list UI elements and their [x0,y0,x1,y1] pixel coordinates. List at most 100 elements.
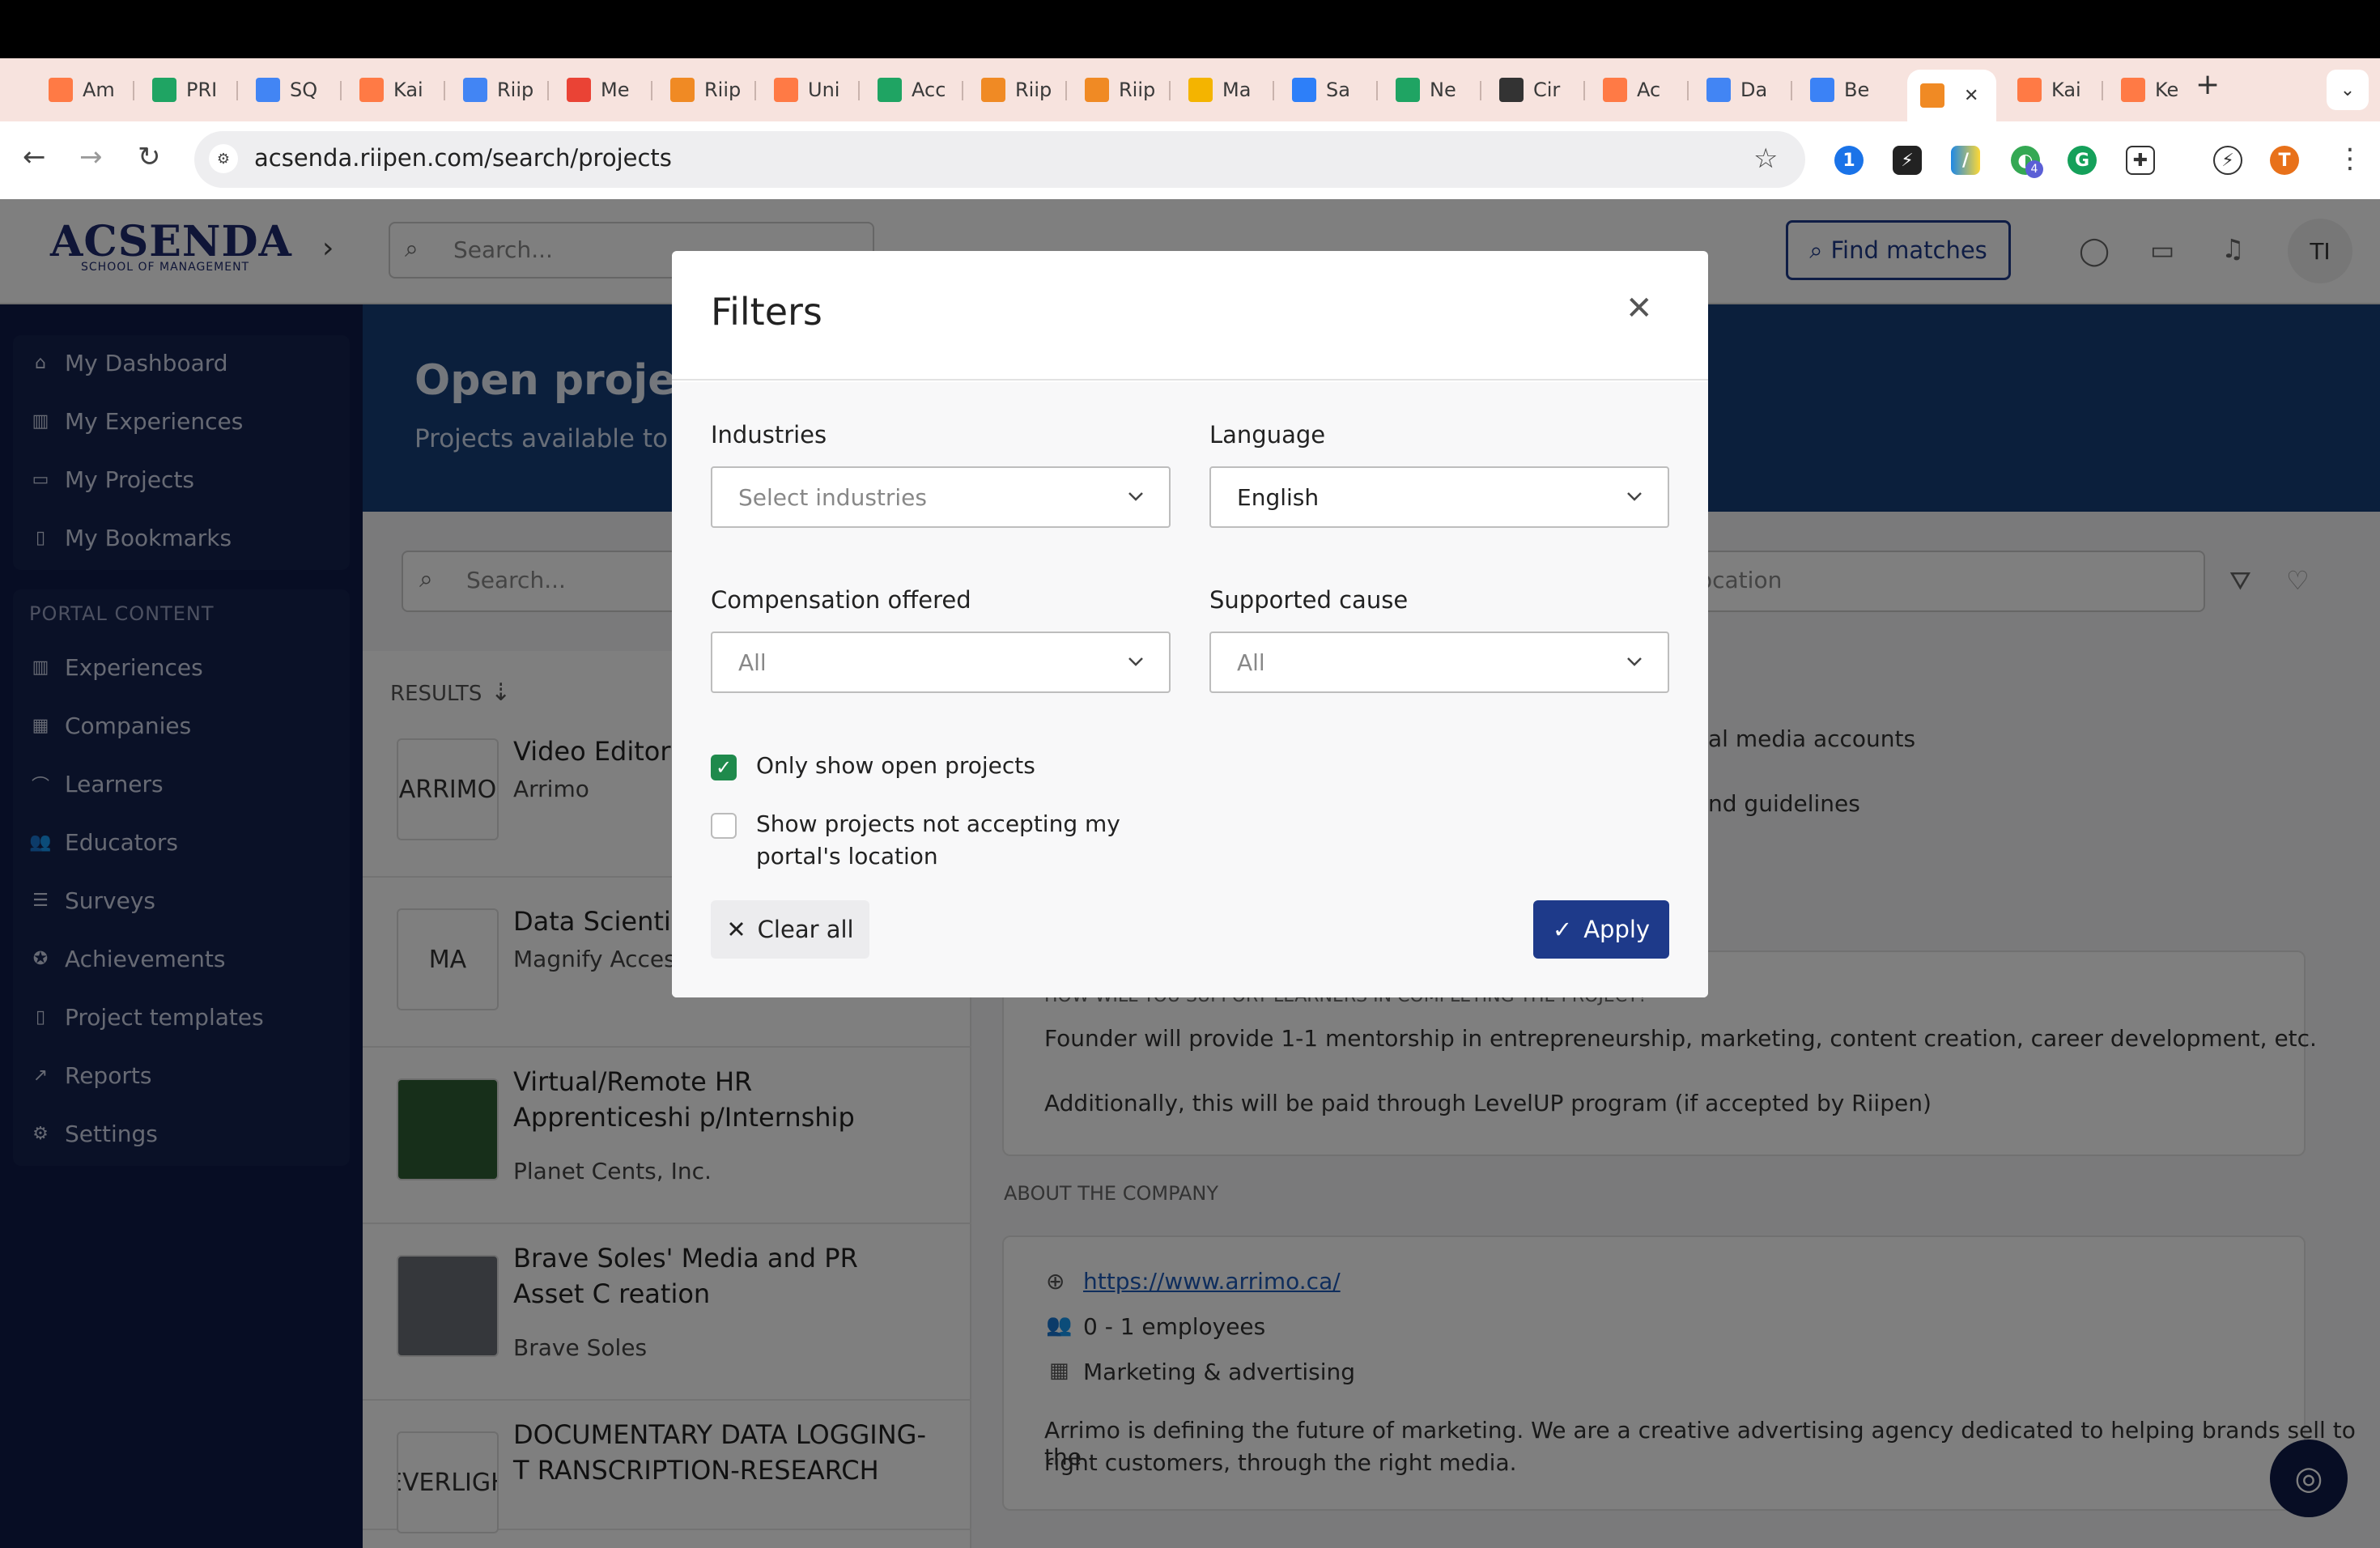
browser-tab[interactable]: PRI [139,70,228,110]
tab-separator [547,81,549,100]
browser-tab[interactable]: Be [1797,70,1886,110]
language-value: English [1237,484,1320,511]
os-top-bar [0,0,2380,58]
tab-search-button[interactable]: ⌄ [2327,70,2369,110]
tab-separator [1687,81,1689,100]
tab-separator [1791,81,1792,100]
supported-cause-select[interactable]: All [1209,632,1669,693]
browser-tab[interactable]: ✕ [1907,70,1996,121]
grammarly-extension-icon[interactable]: G [2068,146,2097,175]
tab-separator [444,81,445,100]
browser-tab-label: SQ [290,79,318,101]
industries-placeholder: Select industries [738,484,927,511]
riipen-icon [981,78,1005,102]
compensation-select[interactable]: All [711,632,1171,693]
tab-separator [133,81,134,100]
browser-tab[interactable]: Da [1694,70,1783,110]
chevron-down-icon [1627,657,1642,666]
only-open-label[interactable]: Only show open projects [756,750,1035,782]
clear-all-label: Clear all [757,916,854,943]
browser-tab[interactable]: Kai [2004,70,2093,110]
extensions-puzzle-icon[interactable]: ✚ [2126,146,2155,175]
browser-tab[interactable]: Sa [1279,70,1368,110]
browser-tab[interactable]: Uni [761,70,850,110]
industries-label: Industries [711,421,827,449]
browser-tab[interactable]: Acc [865,70,954,110]
browser-tab-label: Da [1740,79,1768,101]
close-icon[interactable]: ✕ [1626,290,1653,327]
browser-tab-label: PRI [186,79,218,101]
browser-tab-label: Me [601,79,630,101]
sheets-icon [152,78,176,102]
close-icon: ✕ [726,916,746,943]
language-select[interactable]: English [1209,466,1669,528]
beta-icon [1810,78,1834,102]
riipen-icon [1085,78,1109,102]
browser-tab-label: Ma [1222,79,1252,101]
site-info-icon[interactable]: ⚙ [209,144,238,173]
new-tab-button[interactable]: + [2195,68,2220,101]
browser-tab-label: Kai [2051,79,2081,101]
browser-tab[interactable]: Cir [1486,70,1575,110]
not-accepting-location-label[interactable]: Show projects not accepting my [756,808,1120,840]
browser-menu-icon[interactable]: ⋮ [2336,142,2364,175]
extension-icon[interactable]: ⚡ [1893,146,1922,175]
supported-cause-label: Supported cause [1209,586,1409,614]
extension-icon[interactable]: / [1951,146,1980,175]
browser-tab-label: Am [83,79,115,101]
sheets-icon [878,78,902,102]
password-manager-extension-icon[interactable]: 1 [1834,146,1864,175]
browser-tab[interactable]: Me [554,70,643,110]
tab-separator [1065,81,1067,100]
tab-separator [1273,81,1274,100]
hubspot-icon [774,78,798,102]
apply-button[interactable]: ✓ Apply [1533,900,1669,959]
browser-tab-label: Ne [1430,79,1456,101]
back-button[interactable]: ← [23,141,46,173]
browser-tab[interactable]: SQ [243,70,332,110]
browser-tab[interactable]: Ne [1383,70,1472,110]
browser-tab-label: Cir [1533,79,1561,101]
tab-separator [651,81,652,100]
reload-button[interactable]: ↻ [138,141,161,173]
chevron-down-icon [1627,492,1642,501]
browser-tab-label: Kai [393,79,423,101]
supported-cause-value: All [1237,649,1265,676]
browser-tab[interactable]: Riip [657,70,746,110]
slides-icon [1188,78,1213,102]
browser-tab[interactable]: Riip [450,70,539,110]
browser-tab[interactable]: Kai [346,70,436,110]
only-open-checkbox[interactable]: ✓ [711,755,737,780]
url-text[interactable]: acsenda.riipen.com/search/projects [254,144,672,172]
tab-separator [340,81,342,100]
riipen-icon [670,78,695,102]
gmail-icon [567,78,591,102]
extension-icon[interactable]: ⚡ [2213,146,2242,175]
browser-tab-label: Be [1844,79,1870,101]
profile-avatar[interactable]: T [2270,146,2299,175]
calendar-icon [463,78,487,102]
circle-icon [1499,78,1524,102]
not-accepting-location-checkbox[interactable] [711,813,737,839]
browser-tab[interactable]: Ac [1590,70,1679,110]
riipen-icon [1920,83,1944,108]
browser-tab-label: Riip [1119,79,1156,101]
browser-tab[interactable]: Riip [1072,70,1161,110]
browser-tab[interactable]: Ke [2108,70,2197,110]
tab-separator [962,81,963,100]
chevron-down-icon [1128,492,1143,501]
browser-tab[interactable]: Am [36,70,125,110]
browser-tab[interactable]: Ma [1175,70,1264,110]
not-accepting-location-label[interactable]: portal's location [756,840,938,873]
forward-button[interactable]: → [79,141,103,173]
browser-tab-label: Ac [1637,79,1661,101]
bookmark-star-icon[interactable]: ☆ [1753,142,1778,175]
browser-tab[interactable]: Riip [968,70,1057,110]
browser-tab-label: Ke [2155,79,2179,101]
tab-separator [1480,81,1481,100]
filters-modal-header [672,251,1708,381]
industries-select[interactable]: Select industries [711,466,1171,528]
clear-all-button[interactable]: ✕ Clear all [711,900,869,959]
close-tab-icon[interactable]: ✕ [1964,86,1978,106]
airtable-icon [1292,78,1316,102]
